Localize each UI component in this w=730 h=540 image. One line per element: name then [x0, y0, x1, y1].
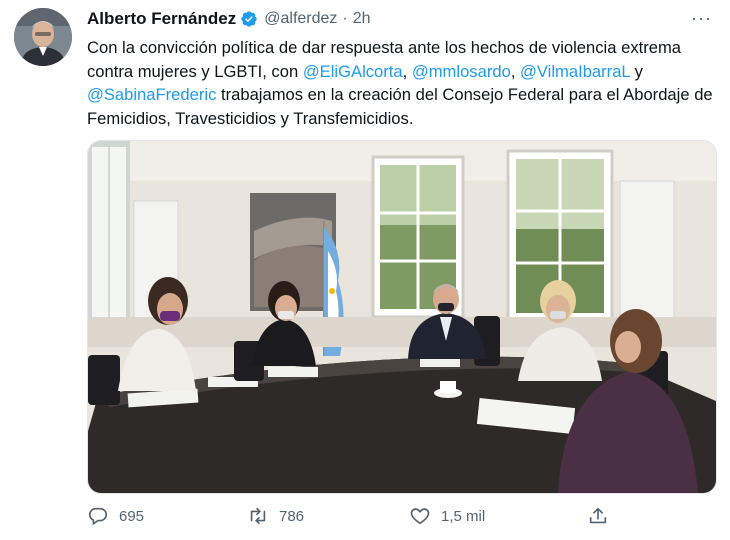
heart-icon: [410, 508, 430, 525]
reply-count: 695: [119, 507, 145, 525]
tweet-photo[interactable]: [87, 140, 717, 494]
share-icon: [589, 507, 607, 524]
verified-badge-icon: [241, 11, 257, 27]
author-name[interactable]: Alberto Fernández: [87, 9, 236, 29]
meeting-photo: [88, 141, 716, 493]
mention-link[interactable]: @EliGAlcorta: [303, 62, 403, 81]
author-handle[interactable]: @alferdez: [264, 10, 337, 28]
retweet-count: 786: [279, 507, 305, 525]
retweet-button[interactable]: 786: [247, 505, 304, 527]
avatar[interactable]: [14, 8, 72, 66]
retweet-icon: [250, 507, 266, 525]
separator-dot: ·: [342, 10, 348, 27]
mention-link[interactable]: @VilmaIbarraL: [520, 62, 630, 81]
tweet-actions: 695 786 1,5 mil: [87, 505, 707, 529]
like-button[interactable]: 1,5 mil: [409, 505, 485, 527]
reply-button[interactable]: 695: [87, 505, 144, 527]
like-count: 1,5 mil: [441, 507, 486, 525]
mention-link[interactable]: @SabinaFrederic: [87, 85, 216, 104]
tweet-text-separator: ,: [402, 61, 412, 81]
tweet-text-separator: ,: [510, 61, 521, 81]
share-button[interactable]: [587, 505, 619, 527]
tweet-text-separator: y: [630, 61, 643, 81]
reply-icon: [88, 507, 108, 526]
more-icon[interactable]: ···: [691, 8, 712, 29]
tweet-header: Alberto Fernández @alferdez · 2h: [87, 8, 371, 30]
tweet-time[interactable]: 2h: [353, 10, 371, 28]
mention-link[interactable]: @mmlosardo: [412, 62, 511, 81]
tweet-text: Con la convicción política de dar respue…: [87, 36, 717, 130]
avatar-image: [14, 8, 72, 66]
